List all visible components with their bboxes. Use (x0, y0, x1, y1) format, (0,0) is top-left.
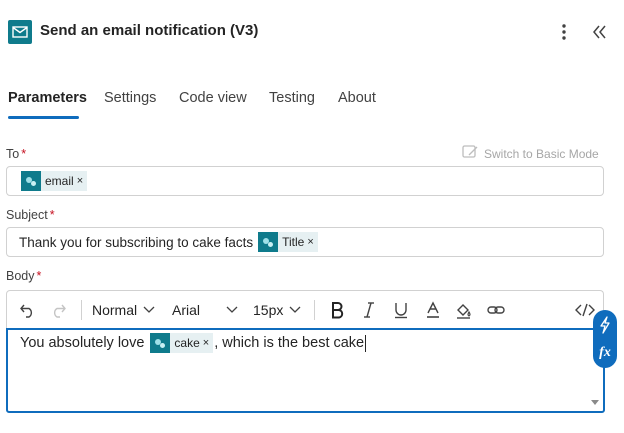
undo-icon[interactable] (19, 299, 37, 321)
mail-icon (8, 20, 32, 44)
chevron-down-icon (226, 301, 238, 319)
block-style-dropdown[interactable]: Normal (92, 299, 155, 321)
more-options-icon[interactable] (555, 20, 573, 44)
fx-icon[interactable]: fx (593, 340, 617, 366)
tab-testing[interactable]: Testing (269, 90, 315, 106)
font-color-icon[interactable] (425, 299, 441, 321)
tab-code-view[interactable]: Code view (179, 90, 247, 106)
lightning-icon[interactable] (593, 312, 617, 338)
chevron-down-icon (143, 301, 155, 319)
required-marker: * (21, 147, 27, 161)
remove-token-button[interactable]: × (77, 175, 83, 187)
active-tab-indicator (8, 116, 79, 119)
scroll-down-arrow[interactable] (591, 400, 599, 405)
toolbar-divider (81, 300, 82, 320)
body-text-line: You absolutely love cake × , which is th… (20, 333, 367, 353)
switch-to-basic-mode-link[interactable]: Switch to Basic Mode (462, 145, 599, 162)
body-label: Body * (6, 269, 42, 283)
subject-field[interactable]: Thank you for subscribing to cake facts … (6, 227, 604, 257)
toolbar-divider (314, 300, 315, 320)
required-marker: * (36, 269, 42, 283)
link-icon[interactable] (487, 299, 505, 321)
editor-toolbar: Normal Arial 15px (6, 290, 604, 328)
panel-title: Send an email notification (V3) (40, 22, 259, 39)
to-field[interactable]: email × (6, 166, 604, 196)
remove-token-button[interactable]: × (203, 337, 209, 349)
dynamic-content-pill: fx (593, 310, 617, 368)
underline-icon[interactable] (393, 299, 409, 321)
remove-token-button[interactable]: × (307, 236, 313, 248)
highlight-color-icon[interactable] (455, 299, 473, 321)
italic-icon[interactable] (361, 299, 377, 321)
sharepoint-icon (150, 333, 171, 353)
dynamic-content-token[interactable]: Title × (258, 232, 318, 252)
collapse-panel-icon[interactable] (590, 20, 610, 44)
tab-settings[interactable]: Settings (104, 90, 156, 106)
font-size-dropdown[interactable]: 15px (253, 299, 301, 321)
subject-label: Subject * (6, 208, 55, 222)
dynamic-content-token[interactable]: cake × (150, 333, 214, 353)
tab-about[interactable]: About (338, 90, 376, 106)
chevron-down-icon (289, 301, 301, 319)
font-family-dropdown[interactable]: Arial (172, 299, 238, 321)
required-marker: * (49, 208, 55, 222)
bold-icon[interactable] (329, 299, 345, 321)
tab-parameters[interactable]: Parameters (8, 90, 87, 106)
switch-mode-icon (462, 145, 478, 162)
to-label: To * (6, 147, 27, 161)
subject-text: Thank you for subscribing to cake facts (19, 234, 254, 250)
sharepoint-icon (258, 232, 279, 252)
dynamic-content-token[interactable]: email × (21, 171, 88, 191)
sharepoint-icon (21, 171, 41, 191)
code-view-icon[interactable] (575, 299, 595, 321)
body-editor[interactable]: You absolutely love cake × , which is th… (6, 328, 605, 413)
text-cursor (365, 334, 367, 352)
redo-icon[interactable] (49, 299, 67, 321)
